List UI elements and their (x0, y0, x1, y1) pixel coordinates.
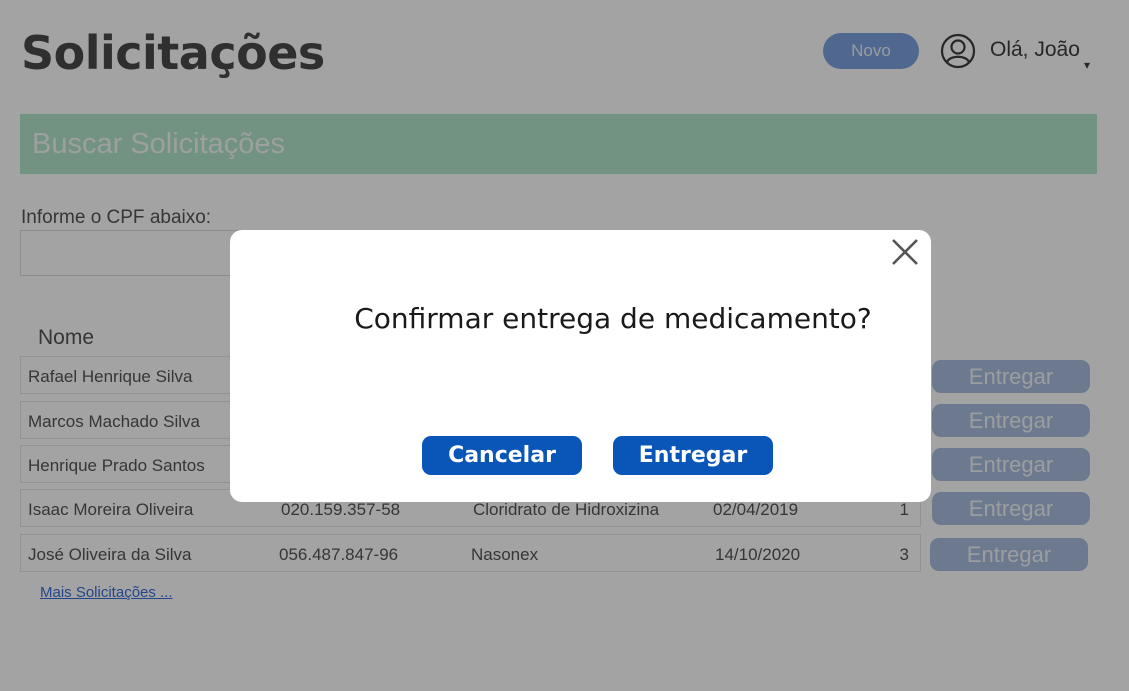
cancel-button[interactable]: Cancelar (422, 436, 582, 475)
confirm-delivery-dialog: Confirmar entrega de medicamento? Cancel… (230, 230, 931, 502)
close-icon[interactable] (889, 236, 921, 268)
dialog-message: Confirmar entrega de medicamento? (354, 302, 872, 335)
confirm-deliver-button[interactable]: Entregar (613, 436, 773, 475)
